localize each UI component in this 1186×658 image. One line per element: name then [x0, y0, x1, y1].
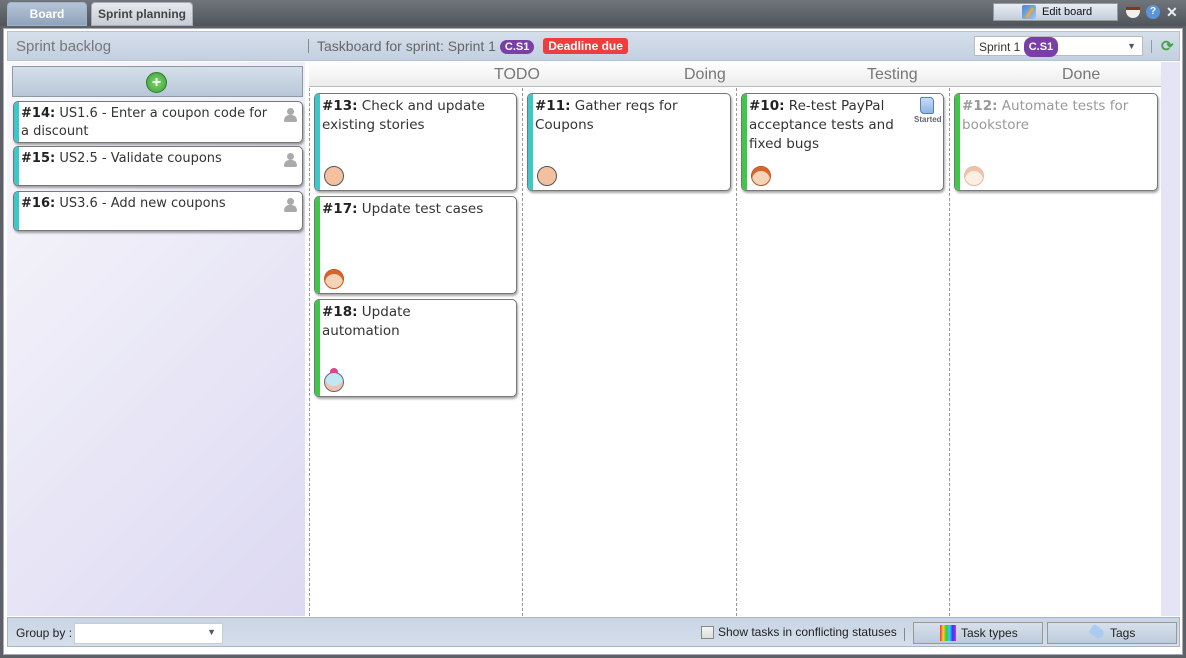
- coffee-icon[interactable]: [1126, 7, 1140, 18]
- task-card[interactable]: #10: Re-test PayPal acceptance tests and…: [741, 93, 944, 191]
- type-color-bar: [742, 94, 747, 190]
- user-icon[interactable]: [283, 153, 297, 167]
- chevron-down-icon: ▼: [207, 627, 216, 637]
- top-bar: Board Sprint planning Edit board ? ✕: [0, 0, 1186, 26]
- backlog-item[interactable]: #15: US2.5 - Validate coupons: [13, 146, 303, 186]
- sprint-select[interactable]: Sprint 1 C.S1 ▼: [974, 36, 1143, 57]
- type-color-bar: [955, 94, 960, 190]
- task-card[interactable]: #13: Check and update existing stories: [314, 93, 517, 191]
- conflict-label[interactable]: Show tasks in conflicting statuses: [718, 625, 897, 639]
- task-id: #10:: [749, 98, 785, 114]
- footer-bar: Group by : ▼ Show tasks in conflicting s…: [7, 617, 1180, 647]
- sprint-select-badge: C.S1: [1023, 37, 1059, 57]
- taskboard-title-text: Taskboard for sprint: Sprint 1: [317, 38, 496, 54]
- column-header-done: Done: [1062, 66, 1101, 83]
- column-todo: [309, 88, 310, 616]
- task-card[interactable]: #18: Update automation: [314, 299, 517, 397]
- taskboard-title: Taskboard for sprint: Sprint 1 C.S1 Dead…: [317, 38, 628, 54]
- task-id: #17:: [322, 201, 358, 217]
- avatar[interactable]: [324, 368, 344, 392]
- item-title: US1.6 - Enter a coupon code for a discou…: [21, 106, 268, 139]
- scroll-icon: [920, 97, 934, 114]
- tags-button[interactable]: Tags: [1047, 622, 1177, 644]
- tag-icon: [1088, 623, 1106, 641]
- task-id: #11:: [535, 98, 571, 114]
- conflict-checkbox[interactable]: [701, 626, 714, 639]
- status-badge: Started: [914, 97, 942, 124]
- edit-board-button[interactable]: Edit board: [993, 3, 1118, 21]
- item-id: #15:: [21, 151, 56, 166]
- backlog-item[interactable]: #16: US3.6 - Add new coupons: [13, 191, 303, 231]
- column-headers: TODO Doing Testing Done: [309, 62, 1161, 87]
- tab-board[interactable]: Board: [7, 2, 87, 26]
- board-header: Sprint backlog Taskboard for sprint: Spr…: [7, 31, 1180, 61]
- column-done: [949, 88, 950, 616]
- divider: [1151, 40, 1152, 53]
- type-color-bar: [14, 102, 19, 142]
- user-icon[interactable]: [283, 108, 297, 122]
- task-card[interactable]: #17: Update test cases: [314, 196, 517, 294]
- task-id: #13:: [322, 98, 358, 114]
- task-card[interactable]: #12: Automate tests for bookstore: [954, 93, 1158, 191]
- avatar[interactable]: [537, 166, 557, 186]
- task-title: Update test cases: [361, 201, 484, 217]
- tags-label: Tags: [1110, 626, 1136, 640]
- group-by-label: Group by :: [16, 626, 73, 640]
- divider: [308, 39, 309, 53]
- avatar[interactable]: [751, 166, 771, 186]
- add-story-button[interactable]: +: [12, 66, 303, 97]
- item-id: #14:: [21, 106, 56, 121]
- backlog-item[interactable]: #14: US1.6 - Enter a coupon code for a d…: [13, 101, 303, 143]
- item-title: US3.6 - Add new coupons: [59, 196, 226, 211]
- sprint-select-value: Sprint 1: [979, 40, 1021, 54]
- status-label: Started: [914, 115, 942, 124]
- edit-icon: [1022, 5, 1036, 19]
- item-title: US2.5 - Validate coupons: [59, 151, 222, 166]
- type-color-bar: [315, 300, 320, 396]
- item-id: #16:: [21, 196, 56, 211]
- backlog-title: Sprint backlog: [16, 38, 112, 55]
- sprint-badge: C.S1: [499, 40, 535, 54]
- avatar[interactable]: [324, 166, 344, 186]
- divider: [904, 628, 905, 641]
- board-panel: Sprint backlog Taskboard for sprint: Spr…: [3, 28, 1183, 655]
- task-card[interactable]: #11: Gather reqs for Coupons: [527, 93, 731, 191]
- deadline-badge: Deadline due: [543, 38, 628, 54]
- column-header-todo: TODO: [494, 66, 540, 83]
- column-testing: [736, 88, 737, 616]
- chevron-down-icon: ▼: [1127, 41, 1136, 51]
- plus-icon: +: [146, 72, 167, 93]
- column-header-doing: Doing: [684, 66, 726, 83]
- refresh-icon[interactable]: ⟳: [1161, 39, 1177, 55]
- close-icon[interactable]: ✕: [1166, 5, 1180, 19]
- task-board: #13: Check and update existing stories #…: [309, 88, 1161, 616]
- help-icon[interactable]: ?: [1146, 5, 1160, 19]
- task-id: #18:: [322, 304, 358, 320]
- type-color-bar: [14, 147, 19, 185]
- type-color-bar: [315, 197, 320, 293]
- type-color-bar: [14, 192, 19, 230]
- avatar[interactable]: [324, 269, 344, 289]
- sprint-backlog: + #14: US1.6 - Enter a coupon code for a…: [7, 62, 305, 616]
- column-doing: [522, 88, 523, 616]
- palette-icon: [940, 625, 956, 641]
- task-types-label: Task types: [961, 626, 1018, 640]
- column-header-testing: Testing: [867, 66, 918, 83]
- task-types-button[interactable]: Task types: [913, 622, 1043, 644]
- scroll-area: [1161, 62, 1180, 616]
- user-icon[interactable]: [283, 198, 297, 212]
- edit-board-label: Edit board: [1042, 6, 1093, 18]
- avatar[interactable]: [964, 166, 984, 186]
- group-by-select[interactable]: ▼: [74, 623, 223, 644]
- task-id: #12:: [962, 98, 998, 114]
- type-color-bar: [315, 94, 320, 190]
- type-color-bar: [528, 94, 533, 190]
- tab-sprint-planning[interactable]: Sprint planning: [91, 2, 193, 26]
